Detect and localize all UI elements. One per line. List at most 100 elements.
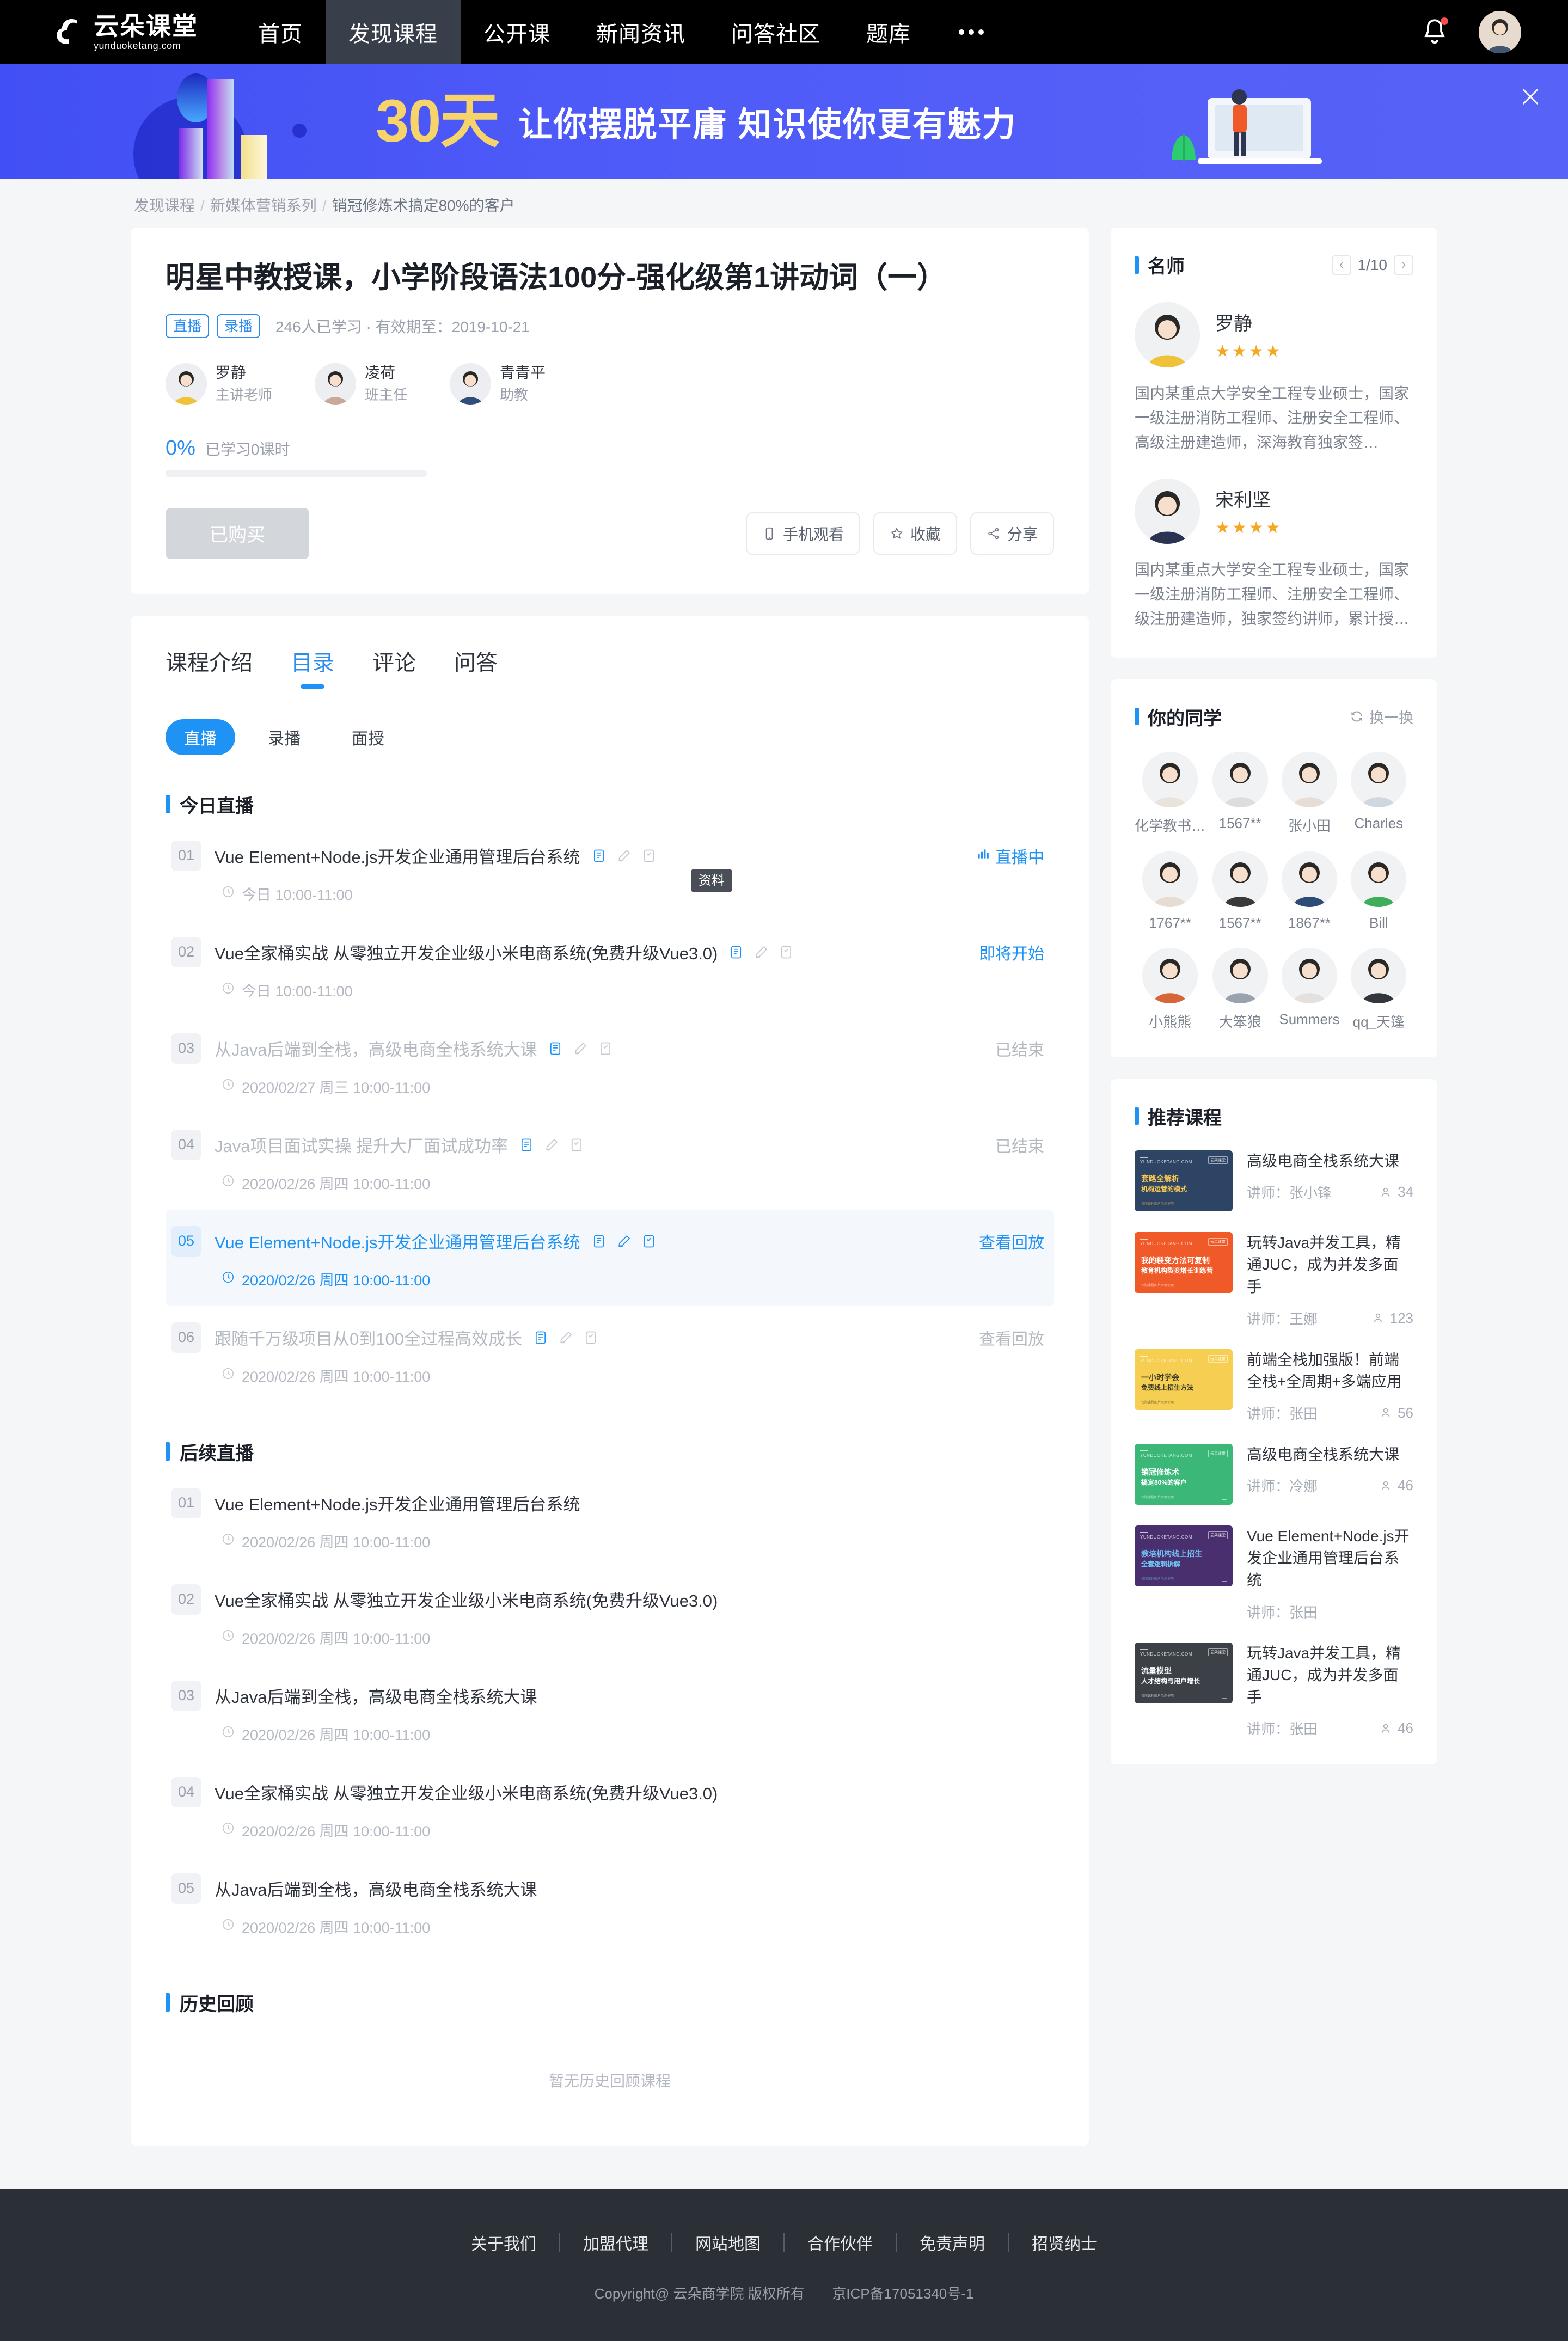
material-icon[interactable]: [591, 848, 607, 863]
classmate-item[interactable]: 1767**: [1135, 851, 1205, 932]
lesson-status-wrap[interactable]: 查看回放: [979, 1229, 1044, 1253]
tab-0[interactable]: 课程介绍: [166, 645, 253, 689]
teachers-prev-button[interactable]: [1331, 255, 1351, 275]
classmates-refresh-button[interactable]: 换一换: [1350, 706, 1413, 727]
catalog-section-header: 今日直播: [166, 791, 1054, 818]
nav-item-3[interactable]: 新闻资讯: [573, 0, 708, 64]
exam-icon[interactable]: [598, 1041, 613, 1056]
classmate-item[interactable]: Bill: [1344, 851, 1413, 932]
action-star-button[interactable]: 收藏: [873, 512, 957, 555]
classmate-item[interactable]: 1867**: [1275, 851, 1344, 932]
nav-item-4[interactable]: 问答社区: [708, 0, 843, 64]
material-icon[interactable]: [533, 1330, 548, 1345]
recommended-course-item[interactable]: YUNDUOKETANG.COM 云朵课堂 教培机构线上招生 全套逻辑拆解 仅限课程图片…: [1135, 1525, 1413, 1622]
footer-link-1[interactable]: 加盟代理: [560, 2230, 671, 2254]
exam-icon[interactable]: [569, 1137, 584, 1153]
homework-icon[interactable]: [573, 1041, 588, 1056]
classmate-item[interactable]: Charles: [1344, 751, 1413, 835]
thumb-footnote: 仅限课程图片示例使用: [1141, 1401, 1174, 1405]
lesson-row[interactable]: 05 Vue Element+Node.js开发企业通用管理后台系统 查看回放 202…: [166, 1209, 1054, 1306]
nav-item-1[interactable]: 发现课程: [326, 0, 461, 64]
footer-link-0[interactable]: 关于我们: [448, 2230, 559, 2254]
lesson-row[interactable]: 01 Vue Element+Node.js开发企业通用管理后台系统 2020/02…: [166, 1472, 1054, 1568]
nav-item-5[interactable]: 题库: [843, 0, 934, 64]
user-avatar[interactable]: [1479, 11, 1521, 53]
lesson-status-wrap[interactable]: 查看回放: [979, 1326, 1044, 1350]
classmate-item[interactable]: 1567**: [1205, 751, 1275, 835]
exam-icon[interactable]: [779, 945, 794, 960]
footer-link-3[interactable]: 合作伙伴: [785, 2230, 896, 2254]
banner-close-icon[interactable]: [1518, 84, 1543, 109]
action-mobile-button[interactable]: 手机观看: [745, 512, 860, 555]
footer-link-5[interactable]: 招贤纳士: [1009, 2230, 1120, 2254]
material-icon[interactable]: [591, 1234, 607, 1249]
course-teacher[interactable]: 青青平 助教: [450, 363, 546, 405]
recommended-course-item[interactable]: YUNDUOKETANG.COM 云朵课堂 流量模型 人才结构与用户增长 仅限课程图片示…: [1135, 1642, 1413, 1739]
site-logo[interactable]: 云朵课堂 yunduoketang.com: [52, 13, 216, 52]
homework-icon[interactable]: [558, 1330, 573, 1345]
homework-icon[interactable]: [616, 1234, 632, 1249]
lesson-row[interactable]: 01 Vue Element+Node.js开发企业通用管理后台系统 直播中 今日 1…: [166, 824, 1054, 921]
teachers-next-button[interactable]: [1394, 255, 1413, 275]
subtab-0[interactable]: 直播: [166, 719, 235, 755]
lesson-row[interactable]: 04 Vue全家桶实战 从零独立开发企业级小米电商系统(免费升级Vue3.0) 20…: [166, 1761, 1054, 1857]
classmate-item[interactable]: 张小田: [1275, 751, 1344, 835]
footer-link-2[interactable]: 网站地图: [672, 2230, 783, 2254]
promo-banner[interactable]: 30 天 让你摆脱平庸 知识使你更有魅力: [0, 64, 1568, 179]
banner-days-unit: 天: [440, 88, 500, 155]
action-share-button[interactable]: 分享: [970, 512, 1054, 555]
course-meta-text: 246人已学习 · 有效期至：2019-10-21: [275, 318, 530, 335]
breadcrumb-item-0[interactable]: 发现课程: [134, 197, 195, 214]
nav-item-0[interactable]: 首页: [235, 0, 326, 64]
footer-link-4[interactable]: 免责声明: [897, 2230, 1008, 2254]
lesson-row[interactable]: 03 从Java后端到全栈，高级电商全栈系统大课 2020/02/26 周四 10:…: [166, 1664, 1054, 1761]
action-label: 分享: [1007, 525, 1038, 543]
lesson-row[interactable]: 03 从Java后端到全栈，高级电商全栈系统大课 已结束 2020/02/27 周三 …: [166, 1017, 1054, 1113]
homework-icon[interactable]: [754, 945, 769, 960]
subtab-1[interactable]: 录播: [249, 719, 319, 755]
recommended-course-item[interactable]: YUNDUOKETANG.COM 云朵课堂 我的裂变方法可复制 教育机构裂变增长训练营…: [1135, 1231, 1413, 1328]
tab-2[interactable]: 评论: [372, 645, 416, 689]
famous-teacher-card[interactable]: 罗静 ★★★★ 国内某重点大学安全工程专业硕士，国家一级注册消防工程师、注册安全工程…: [1135, 302, 1413, 455]
lesson-status-wrap[interactable]: 直播中: [976, 844, 1044, 868]
exam-icon[interactable]: [641, 848, 657, 863]
breadcrumb-item-1[interactable]: 新媒体营销系列: [210, 197, 317, 214]
notifications-bell-icon[interactable]: [1419, 16, 1450, 48]
recommended-course-item[interactable]: YUNDUOKETANG.COM 云朵课堂 销冠修炼术 搞定80%的客户 仅限课程图片示…: [1135, 1443, 1413, 1505]
lesson-row[interactable]: 04 Java项目面试实操 提升大厂面试成功率 已结束 2020/02/26 周四 1…: [166, 1113, 1054, 1210]
material-icon[interactable]: [548, 1041, 563, 1056]
lesson-row[interactable]: 02 Vue全家桶实战 从零独立开发企业级小米电商系统(免费升级Vue3.0) 20…: [166, 1568, 1054, 1664]
purchased-button[interactable]: 已购买: [166, 507, 309, 559]
lesson-row[interactable]: 05 从Java后端到全栈，高级电商全栈系统大课 2020/02/26 周四 10:…: [166, 1857, 1054, 1953]
lesson-row[interactable]: 06 跟随千万级项目从0到100全过程高效成长 查看回放 2020/02/26 周四 …: [166, 1306, 1054, 1402]
classmate-item[interactable]: 大笨狼: [1205, 947, 1275, 1031]
course-teacher[interactable]: 凌荷 班主任: [315, 363, 407, 405]
lesson-row[interactable]: 02 Vue全家桶实战 从零独立开发企业级小米电商系统(免费升级Vue3.0) 即将…: [166, 921, 1054, 1017]
recommended-course-item[interactable]: YUNDUOKETANG.COM 云朵课堂 套路全解析 机构运营的模式 仅限课程图片示例…: [1135, 1150, 1413, 1211]
exam-icon[interactable]: [641, 1234, 657, 1249]
material-icon[interactable]: [519, 1137, 534, 1153]
avatar: [1212, 851, 1268, 907]
tab-3[interactable]: 问答: [454, 645, 498, 689]
lesson-status-wrap[interactable]: 已结束: [995, 1133, 1044, 1157]
course-teacher[interactable]: 罗静 主讲老师: [166, 363, 272, 405]
recommended-course-item[interactable]: YUNDUOKETANG.COM 云朵课堂 一小时学会 免费线上招生方法 仅限课程图片示…: [1135, 1349, 1413, 1423]
subtab-2[interactable]: 面授: [333, 719, 403, 755]
nav-more-button[interactable]: [934, 0, 1009, 64]
exam-icon[interactable]: [583, 1330, 598, 1345]
homework-icon[interactable]: [544, 1137, 559, 1153]
material-icon[interactable]: [728, 945, 744, 960]
lesson-status-wrap[interactable]: 已结束: [995, 1037, 1044, 1061]
classmate-item[interactable]: 化学教书…: [1135, 751, 1205, 835]
classmate-item[interactable]: 1567**: [1205, 851, 1275, 932]
classmate-item[interactable]: Summers: [1275, 947, 1344, 1031]
course-tag-live: 直播: [166, 314, 210, 338]
homework-icon[interactable]: [616, 848, 632, 863]
lesson-time: 今日 10:00-11:00: [242, 983, 353, 1000]
nav-item-2[interactable]: 公开课: [461, 0, 573, 64]
tab-1[interactable]: 目录: [291, 645, 334, 689]
classmate-item[interactable]: qq_天篷: [1344, 947, 1413, 1031]
famous-teacher-card[interactable]: 宋利坚 ★★★★ 国内某重点大学安全工程专业硕士，国家一级注册消防工程师、注册安全工…: [1135, 479, 1413, 631]
lesson-status-wrap[interactable]: 即将开始: [979, 940, 1044, 964]
classmate-item[interactable]: 小熊熊: [1135, 947, 1205, 1031]
